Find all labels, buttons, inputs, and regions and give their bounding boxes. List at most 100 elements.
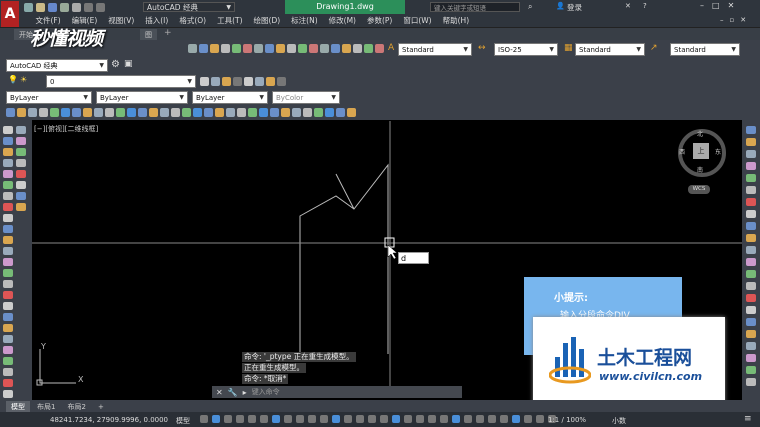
menu-item[interactable]: 工具(T) bbox=[212, 15, 248, 26]
login-link[interactable]: 登录 bbox=[567, 2, 582, 13]
draw-tool-icon[interactable] bbox=[3, 148, 13, 156]
modeling-tool-icon[interactable] bbox=[149, 108, 158, 117]
redo-icon[interactable] bbox=[96, 3, 105, 12]
modeling-tool-icon[interactable] bbox=[83, 108, 92, 117]
menu-item[interactable]: 插入(I) bbox=[140, 15, 174, 26]
draw-tool-icon[interactable] bbox=[3, 236, 13, 244]
draw-tool-icon[interactable] bbox=[3, 269, 13, 277]
modeling-tool-icon[interactable] bbox=[50, 108, 59, 117]
tool-icon[interactable] bbox=[309, 44, 318, 53]
status-toggle-icon[interactable] bbox=[296, 415, 304, 423]
tool-icon[interactable] bbox=[199, 44, 208, 53]
undo-icon[interactable] bbox=[84, 3, 93, 12]
close-icon[interactable]: ✕ bbox=[728, 1, 735, 10]
tool-icon[interactable] bbox=[232, 44, 241, 53]
modify-tool-icon[interactable] bbox=[746, 174, 756, 182]
modify-tool-icon[interactable] bbox=[746, 354, 756, 362]
modeling-tool-icon[interactable] bbox=[171, 108, 180, 117]
modify-tool-icon[interactable] bbox=[746, 150, 756, 158]
tool-icon[interactable] bbox=[254, 44, 263, 53]
workspace-switcher[interactable]: AutoCAD 经典 ▼ bbox=[143, 2, 235, 12]
draw-tool-icon[interactable] bbox=[3, 137, 13, 145]
save-as-icon[interactable] bbox=[60, 3, 69, 12]
multileader-style-select[interactable]: Standard ▼ bbox=[670, 43, 740, 56]
tool-icon[interactable] bbox=[320, 44, 329, 53]
layer-tool-icon[interactable] bbox=[244, 77, 253, 86]
modify-tool-icon[interactable] bbox=[746, 234, 756, 242]
status-toggle-icon[interactable] bbox=[524, 415, 532, 423]
modeling-tool-icon[interactable] bbox=[226, 108, 235, 117]
menu-item[interactable]: 帮助(H) bbox=[437, 15, 475, 26]
status-toggle-icon[interactable] bbox=[308, 415, 316, 423]
status-toggle-icon[interactable] bbox=[476, 415, 484, 423]
modify-tool-icon[interactable] bbox=[746, 282, 756, 290]
draw-tool-icon[interactable] bbox=[3, 390, 13, 398]
status-toggle-icon[interactable] bbox=[440, 415, 448, 423]
status-toggle-icon[interactable] bbox=[284, 415, 292, 423]
modeling-tool-icon[interactable] bbox=[39, 108, 48, 117]
status-toggle-icon[interactable] bbox=[464, 415, 472, 423]
tool-icon[interactable] bbox=[353, 44, 362, 53]
annotation-scale[interactable]: 1:1 / 100% bbox=[548, 416, 586, 424]
help-icon[interactable]: ? bbox=[643, 2, 647, 10]
modify-tool-icon[interactable] bbox=[746, 270, 756, 278]
doc-restore-icon[interactable]: ▫ bbox=[730, 16, 735, 24]
status-toggle-icon[interactable] bbox=[452, 415, 460, 423]
open-icon[interactable] bbox=[36, 3, 45, 12]
status-toggle-icon[interactable] bbox=[380, 415, 388, 423]
status-toggle-icon[interactable] bbox=[500, 415, 508, 423]
tool-icon[interactable] bbox=[298, 44, 307, 53]
modify-tool-icon[interactable] bbox=[746, 186, 756, 194]
menu-item[interactable]: 修改(M) bbox=[323, 15, 361, 26]
text-style-select[interactable]: Standard ▼ bbox=[398, 43, 472, 56]
layer-tool-icon[interactable] bbox=[233, 77, 242, 86]
exchange-icon[interactable]: ✕ bbox=[625, 2, 631, 10]
layer-tool-icon[interactable] bbox=[200, 77, 209, 86]
modeling-tool-icon[interactable] bbox=[61, 108, 70, 117]
draw-tool-icon[interactable] bbox=[3, 302, 13, 310]
modify-tool-icon[interactable] bbox=[746, 294, 756, 302]
draw-tool-icon[interactable] bbox=[3, 214, 13, 222]
draw-tool-icon[interactable] bbox=[3, 291, 13, 299]
linetype-select[interactable]: ByLayer ▼ bbox=[96, 91, 188, 104]
new-tab-icon[interactable]: + bbox=[164, 28, 172, 38]
layer-tool-icon[interactable] bbox=[255, 77, 264, 86]
modeling-tool-icon[interactable] bbox=[105, 108, 114, 117]
status-toggle-icon[interactable] bbox=[224, 415, 232, 423]
layer-tool-icon[interactable] bbox=[211, 77, 220, 86]
modify-tool-icon[interactable] bbox=[746, 246, 756, 254]
modify-tool-icon[interactable] bbox=[746, 198, 756, 206]
modify-tool-icon[interactable] bbox=[746, 330, 756, 338]
draw-tool-icon[interactable] bbox=[3, 379, 13, 387]
color-select[interactable]: ByLayer ▼ bbox=[6, 91, 92, 104]
modeling-tool-icon[interactable] bbox=[6, 108, 15, 117]
plotstyle-select[interactable]: ByColor ▼ bbox=[272, 91, 340, 104]
tool-icon[interactable] bbox=[243, 44, 252, 53]
draw-tool-icon[interactable] bbox=[3, 335, 13, 343]
draw-tool-icon[interactable] bbox=[3, 247, 13, 255]
modeling-tool-icon[interactable] bbox=[116, 108, 125, 117]
modify-tool-icon[interactable] bbox=[746, 318, 756, 326]
status-toggle-icon[interactable] bbox=[368, 415, 376, 423]
viewcube-west[interactable]: 西 bbox=[679, 147, 685, 156]
lineweight-select[interactable]: ByLayer ▼ bbox=[192, 91, 268, 104]
modeling-tool-icon[interactable] bbox=[127, 108, 136, 117]
command-input[interactable]: 键入命令 bbox=[252, 387, 280, 397]
status-toggle-icon[interactable] bbox=[260, 415, 268, 423]
tool-icon[interactable] bbox=[188, 44, 197, 53]
layer-tool-icon[interactable] bbox=[222, 77, 231, 86]
modeling-tool-icon[interactable] bbox=[94, 108, 103, 117]
modeling-tool-icon[interactable] bbox=[204, 108, 213, 117]
status-toggle-icon[interactable] bbox=[236, 415, 244, 423]
draw-tool-icon[interactable] bbox=[3, 126, 13, 134]
table-style-select[interactable]: Standard ▼ bbox=[575, 43, 645, 56]
modify-tool-icon[interactable] bbox=[746, 210, 756, 218]
modify-tool-icon[interactable] bbox=[16, 181, 26, 189]
draw-tool-icon[interactable] bbox=[3, 225, 13, 233]
status-toggle-icon[interactable] bbox=[488, 415, 496, 423]
draw-tool-icon[interactable] bbox=[3, 203, 13, 211]
status-toggle-icon[interactable] bbox=[248, 415, 256, 423]
app-logo-icon[interactable]: A bbox=[1, 1, 19, 27]
status-toggle-icon[interactable] bbox=[512, 415, 520, 423]
wrench-icon[interactable]: 🔧 bbox=[228, 388, 238, 397]
